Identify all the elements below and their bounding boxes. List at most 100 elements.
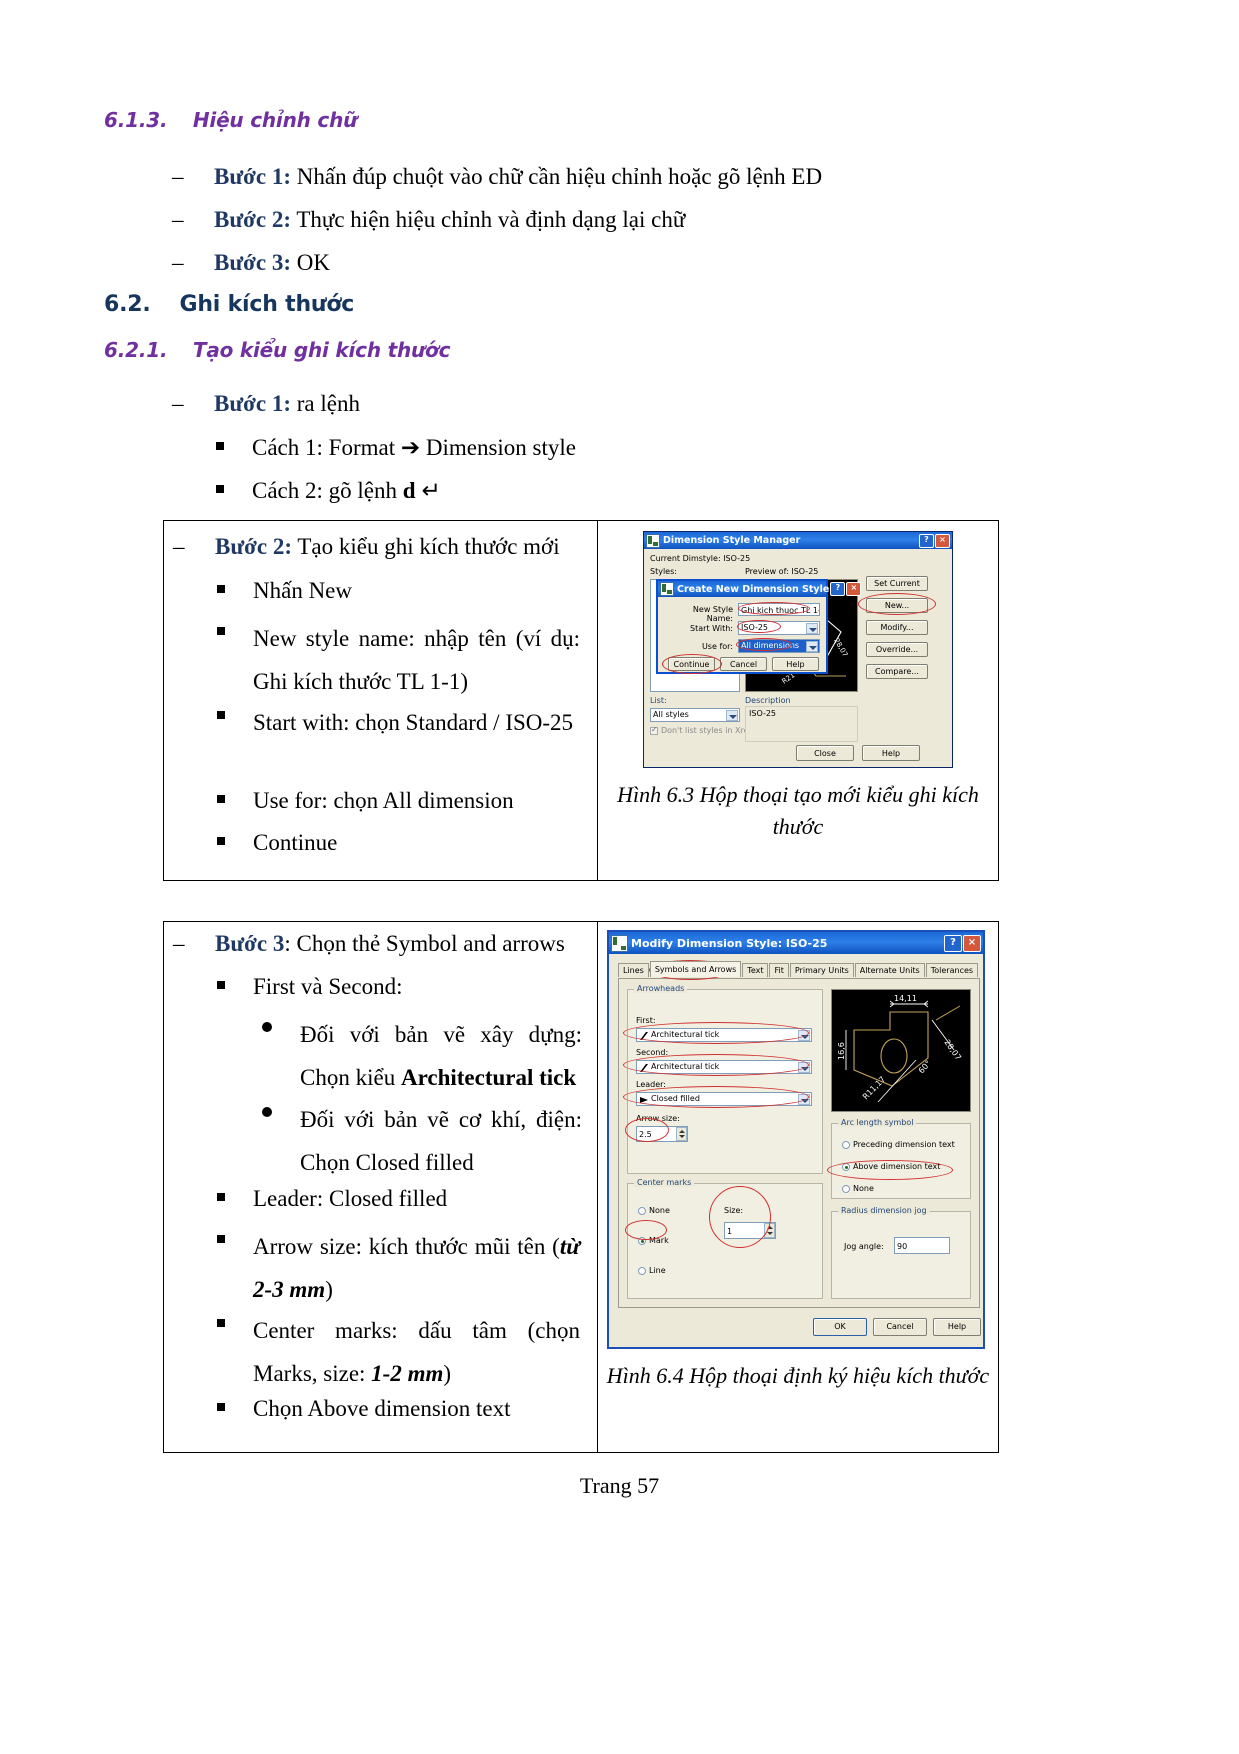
list-item-text: Arrow size: kích thước mũi tên (từ 2-3 m… <box>253 1226 580 1311</box>
compare-label: Compare... <box>875 667 919 676</box>
arrow-size-stepper[interactable] <box>676 1127 687 1141</box>
leader-label: Leader: <box>636 1080 666 1089</box>
ok-button[interactable]: OK <box>813 1318 867 1336</box>
close-icon[interactable]: × <box>846 582 862 596</box>
dont-list-xrefs-checkbox[interactable]: Don't list styles in Xrefs <box>650 725 756 736</box>
list-item: – Bước 3: OK <box>172 249 962 278</box>
list-item-text: First và Second: <box>253 974 403 999</box>
square-bullet <box>216 485 224 493</box>
leader-arrowhead-combo[interactable]: Closed filled <box>636 1092 812 1106</box>
chevron-down-icon[interactable] <box>726 710 738 721</box>
figure-table-6-3: – Bước 2: Tạo kiểu ghi kích thước mới Nh… <box>163 520 999 881</box>
modal-help-button[interactable]: Help <box>772 657 819 671</box>
chevron-down-icon[interactable] <box>798 1062 810 1073</box>
create-new-dimension-style-dialog[interactable]: Create New Dimension Style ? × New Style… <box>656 579 862 674</box>
figure-6-4-text-cell: – Bước 3: Chọn thẻ Symbol and arrows Fir… <box>164 922 598 1452</box>
arrowheads-group-title: Arrowheads <box>634 984 688 993</box>
list-item-body: Bước 3: Chọn thẻ Symbol and arrows <box>215 930 593 959</box>
modify-button[interactable]: Modify... <box>866 620 928 635</box>
first-arrowhead-combo[interactable]: Architectural tick <box>636 1028 812 1042</box>
modify-dimension-style-dialog[interactable]: Modify Dimension Style: ISO-25 ? × Lines… <box>607 930 985 1349</box>
close-button[interactable]: Close <box>796 745 854 761</box>
chevron-down-icon[interactable] <box>806 641 818 652</box>
step-text: ra lệnh <box>291 391 360 416</box>
tab-text[interactable]: Text <box>742 963 769 977</box>
center-mark-line-label: Line <box>649 1266 666 1275</box>
center-mark-size-input[interactable]: 1 <box>724 1222 776 1239</box>
override-button[interactable]: Override... <box>866 642 928 657</box>
tab-alternate-units[interactable]: Alternate Units <box>854 963 925 977</box>
figure-6-3-text-cell: – Bước 2: Tạo kiểu ghi kích thước mới Nh… <box>164 521 598 880</box>
help-button[interactable]: Help <box>933 1318 981 1336</box>
help-label: Help <box>881 749 901 758</box>
center-mark-mark-radio[interactable]: Mark <box>638 1236 669 1246</box>
cancel-label: Cancel <box>729 660 758 669</box>
list-item-body: Bước 1: Nhấn đúp chuột vào chữ cần hiệu … <box>214 163 962 192</box>
step-label: Bước 3 <box>215 931 285 956</box>
compare-button[interactable]: Compare... <box>866 664 928 679</box>
chevron-down-icon[interactable] <box>806 623 818 634</box>
step-label: Bước 1: <box>214 391 291 416</box>
tab-fit[interactable]: Fit <box>769 963 789 977</box>
tab-symbols-and-arrows-label: Symbols and Arrows <box>654 965 737 974</box>
description-value: ISO-25 <box>749 709 777 718</box>
arc-none-radio[interactable]: None <box>842 1184 874 1194</box>
square-bullet <box>217 1403 225 1411</box>
list-filter-combo[interactable]: All styles <box>650 708 740 722</box>
list-item: Nhấn New <box>217 576 577 606</box>
arc-preceding-label: Preceding dimension text <box>853 1140 955 1149</box>
center-mark-size-value: 1 <box>727 1227 733 1236</box>
list-item-body: Bước 2: Thực hiện hiệu chỉnh và định dạn… <box>214 206 962 235</box>
center-mark-size-stepper[interactable] <box>764 1223 775 1238</box>
arrow-size-input[interactable]: 2.5 <box>636 1126 688 1142</box>
modal-help-label: Help <box>786 660 805 669</box>
tab-lines[interactable]: Lines <box>618 963 649 977</box>
tab-symbols-and-arrows[interactable]: Symbols and Arrows <box>649 961 742 977</box>
step-text: Nhấn đúp chuột vào chữ cần hiệu chỉnh ho… <box>291 164 823 189</box>
list-item: Đối với bản vẽ cơ khí, điện: Chọn Closed… <box>262 1099 582 1184</box>
help-button[interactable]: Help <box>862 745 920 761</box>
jog-angle-input[interactable]: 90 <box>894 1237 950 1254</box>
close-icon[interactable]: × <box>935 533 950 548</box>
list-filter-value: All styles <box>653 710 689 719</box>
architectural-tick-icon <box>640 1064 648 1072</box>
dimension-style-manager-dialog[interactable]: Dimension Style Manager ? × Current Dims… <box>643 531 953 768</box>
autocad-icon <box>660 582 674 596</box>
first-label: First: <box>636 1016 656 1025</box>
list-item-text: Start with: chọn Standard / ISO-25 <box>253 710 574 735</box>
start-with-combo[interactable]: ISO-25 <box>738 621 820 635</box>
center-marks-bold: 1-2 mm <box>371 1360 444 1386</box>
center-mark-none-radio[interactable]: None <box>638 1206 670 1216</box>
continue-button[interactable]: Continue <box>668 657 715 671</box>
chevron-down-icon[interactable] <box>798 1030 810 1041</box>
figure-6-4-caption: Hình 6.4 Hộp thoại định ký hiệu kích thư… <box>606 1363 990 1388</box>
close-icon[interactable]: × <box>963 934 981 952</box>
tab-tolerances[interactable]: Tolerances <box>925 963 979 977</box>
second-arrowhead-combo[interactable]: Architectural tick <box>636 1060 812 1074</box>
second-arrowhead-value: Architectural tick <box>651 1062 720 1071</box>
description-label: Description <box>745 696 791 705</box>
list-item: – Bước 2: Thực hiện hiệu chỉnh và định d… <box>172 206 962 235</box>
arc-preceding-radio[interactable]: Preceding dimension text <box>842 1140 955 1150</box>
center-mark-size-label: Size: <box>724 1206 744 1215</box>
center-mark-line-radio[interactable]: Line <box>638 1266 666 1276</box>
architectural-tick-icon <box>640 1032 648 1040</box>
new-style-name-input[interactable]: Ghi kich thuoc TL 1-1 <box>738 603 820 616</box>
use-for-combo[interactable]: All dimensions <box>738 639 820 653</box>
help-icon[interactable]: ? <box>944 934 962 952</box>
dash-marker: – <box>173 931 185 956</box>
tab-primary-units[interactable]: Primary Units <box>789 963 854 977</box>
cancel-button[interactable]: Cancel <box>873 1318 927 1336</box>
tab-tolerances-label: Tolerances <box>930 966 974 975</box>
cancel-button[interactable]: Cancel <box>720 657 767 671</box>
new-button[interactable]: New... <box>866 598 928 613</box>
help-icon[interactable]: ? <box>830 582 846 596</box>
help-icon[interactable]: ? <box>919 533 934 548</box>
step-text: Tạo kiểu ghi kích thước mới <box>292 534 560 559</box>
square-bullet <box>216 442 224 450</box>
arc-above-radio[interactable]: Above dimension text <box>842 1162 940 1172</box>
center-marks-group: Center marks None Mark Line Size: 1 <box>627 1178 823 1299</box>
set-current-button[interactable]: Set Current <box>866 576 928 591</box>
chevron-down-icon[interactable] <box>798 1094 810 1105</box>
list-item: – Bước 3: Chọn thẻ Symbol and arrows <box>173 930 593 959</box>
